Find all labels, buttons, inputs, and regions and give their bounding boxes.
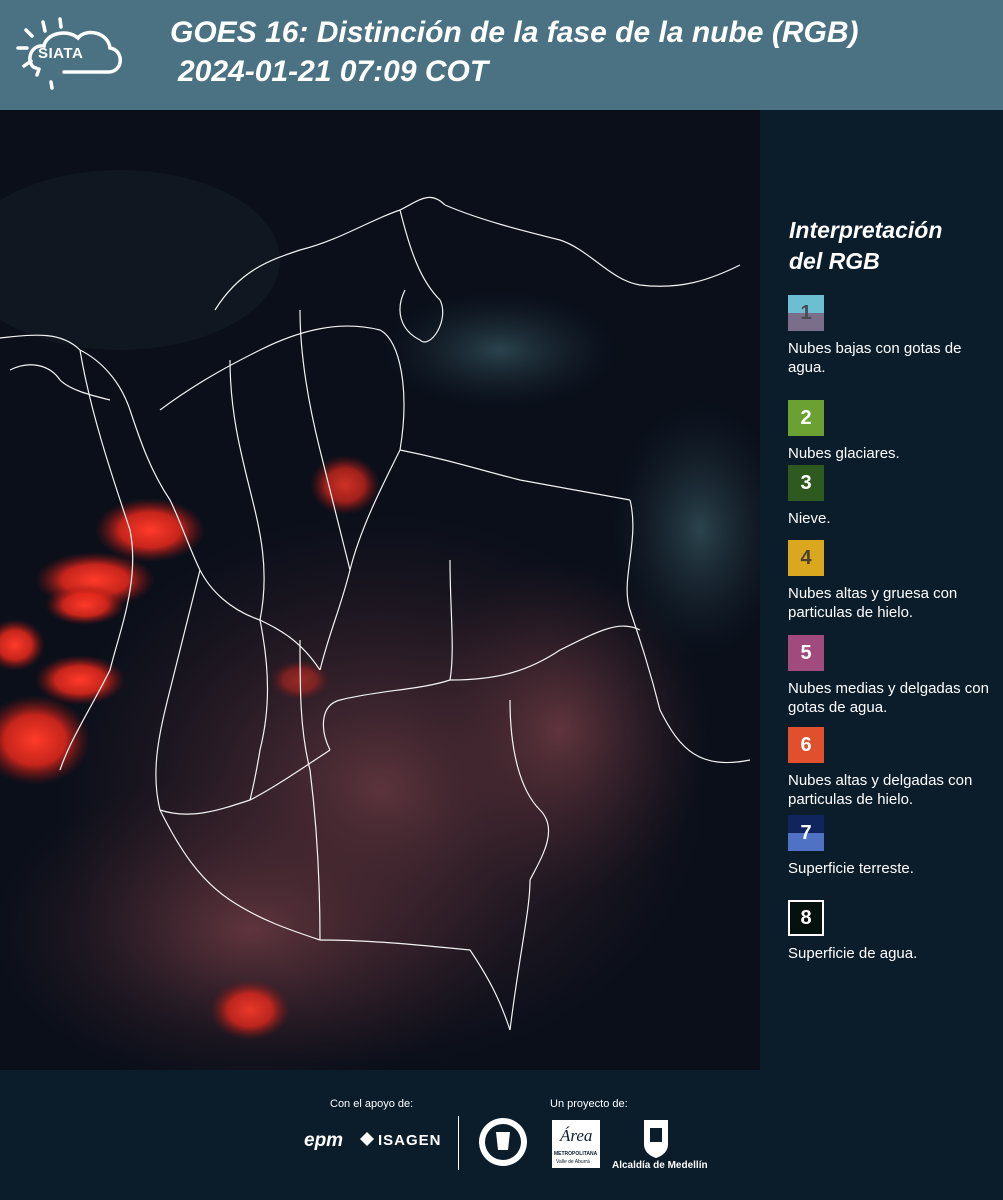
legend-label: Nieve. <box>788 510 831 527</box>
legend-panel: Interpretación del RGB 1 Nubes bajas con … <box>760 110 1003 1070</box>
legend-label: Nubes bajas con gotas de agua. <box>788 340 962 376</box>
timestamp: 2024-01-21 07:09 COT <box>178 55 489 88</box>
satellite-map <box>0 110 760 1070</box>
legend-swatch: 4 <box>788 540 824 576</box>
legend-item-7: 7 Superficie terreste. <box>788 815 998 878</box>
legend-item-6: 6 Nubes altas y delgadas con particulas d… <box>788 727 998 809</box>
project-label: Un proyecto de: <box>550 1098 628 1110</box>
legend-item-8: 8 Superficie de agua. <box>788 900 998 963</box>
legend-number: 3 <box>800 471 812 494</box>
legend-swatch: 8 <box>788 900 824 936</box>
page-title: GOES 16: Distinción de la fase de la nub… <box>170 16 859 49</box>
legend-item-5: 5 Nubes medias y delgadas con gotas de ag… <box>788 635 998 717</box>
legend-item-3: 3 Nieve. <box>788 465 998 528</box>
legend-label: Superficie de agua. <box>788 945 918 962</box>
legend-title: Interpretación del RGB <box>789 215 989 277</box>
legend-swatch: 7 <box>788 815 824 851</box>
legend-label: Nubes medias y delgadas con gotas de agu… <box>788 680 989 716</box>
siata-logo: SIATA <box>0 0 155 110</box>
legend-swatch: 1 <box>788 295 824 331</box>
legend-number: 7 <box>800 821 812 844</box>
legend-item-1: 1 Nubes bajas con gotas de agua. <box>788 295 998 377</box>
footer: Con el apoyo de: Un proyecto de: epm ISA… <box>0 1070 1003 1200</box>
legend-swatch: 5 <box>788 635 824 671</box>
legend-number: 1 <box>800 301 812 324</box>
area-logo-text: Área <box>560 1126 593 1145</box>
legend-label: Nubes altas y gruesa con particulas de h… <box>788 585 958 621</box>
medellin-crest-icon <box>642 1118 670 1158</box>
area-metropolitana-logo: Área METROPOLITANA Valle de Aburrá <box>552 1120 600 1168</box>
legend-swatch: 3 <box>788 465 824 501</box>
legend-number: 4 <box>800 546 812 569</box>
legend-swatch: 6 <box>788 727 824 763</box>
legend-item-2: 2 Nubes glaciares. <box>788 400 998 463</box>
footer-divider <box>458 1116 459 1170</box>
isagen-icon <box>360 1132 374 1146</box>
alcaldia-label: Alcaldía de Medellín <box>612 1160 708 1171</box>
legend-item-4: 4 Nubes altas y gruesa con particulas de … <box>788 540 998 622</box>
logo-text: SIATA <box>38 45 84 62</box>
header-bar: SIATA GOES 16: Distinción de la fase de … <box>0 0 1003 110</box>
area-logo-subtitle: Valle de Aburrá <box>556 1159 590 1165</box>
seal-icon <box>478 1116 528 1168</box>
legend-number: 6 <box>800 733 812 756</box>
legend-number: 5 <box>800 641 812 664</box>
legend-label: Nubes altas y delgadas con particulas de… <box>788 772 973 808</box>
support-label: Con el apoyo de: <box>330 1098 414 1110</box>
legend-title-line1: Interpretación <box>789 217 943 243</box>
legend-number: 8 <box>800 906 812 929</box>
area-logo-name: METROPOLITANA <box>554 1151 598 1157</box>
legend-label: Superficie terreste. <box>788 860 914 877</box>
legend-title-line2: del RGB <box>789 248 880 274</box>
legend-number: 2 <box>800 406 812 429</box>
legend-swatch: 2 <box>788 400 824 436</box>
legend-label: Nubes glaciares. <box>788 445 900 462</box>
isagen-logo: ISAGEN <box>378 1132 442 1149</box>
epm-logo: epm <box>304 1130 344 1151</box>
